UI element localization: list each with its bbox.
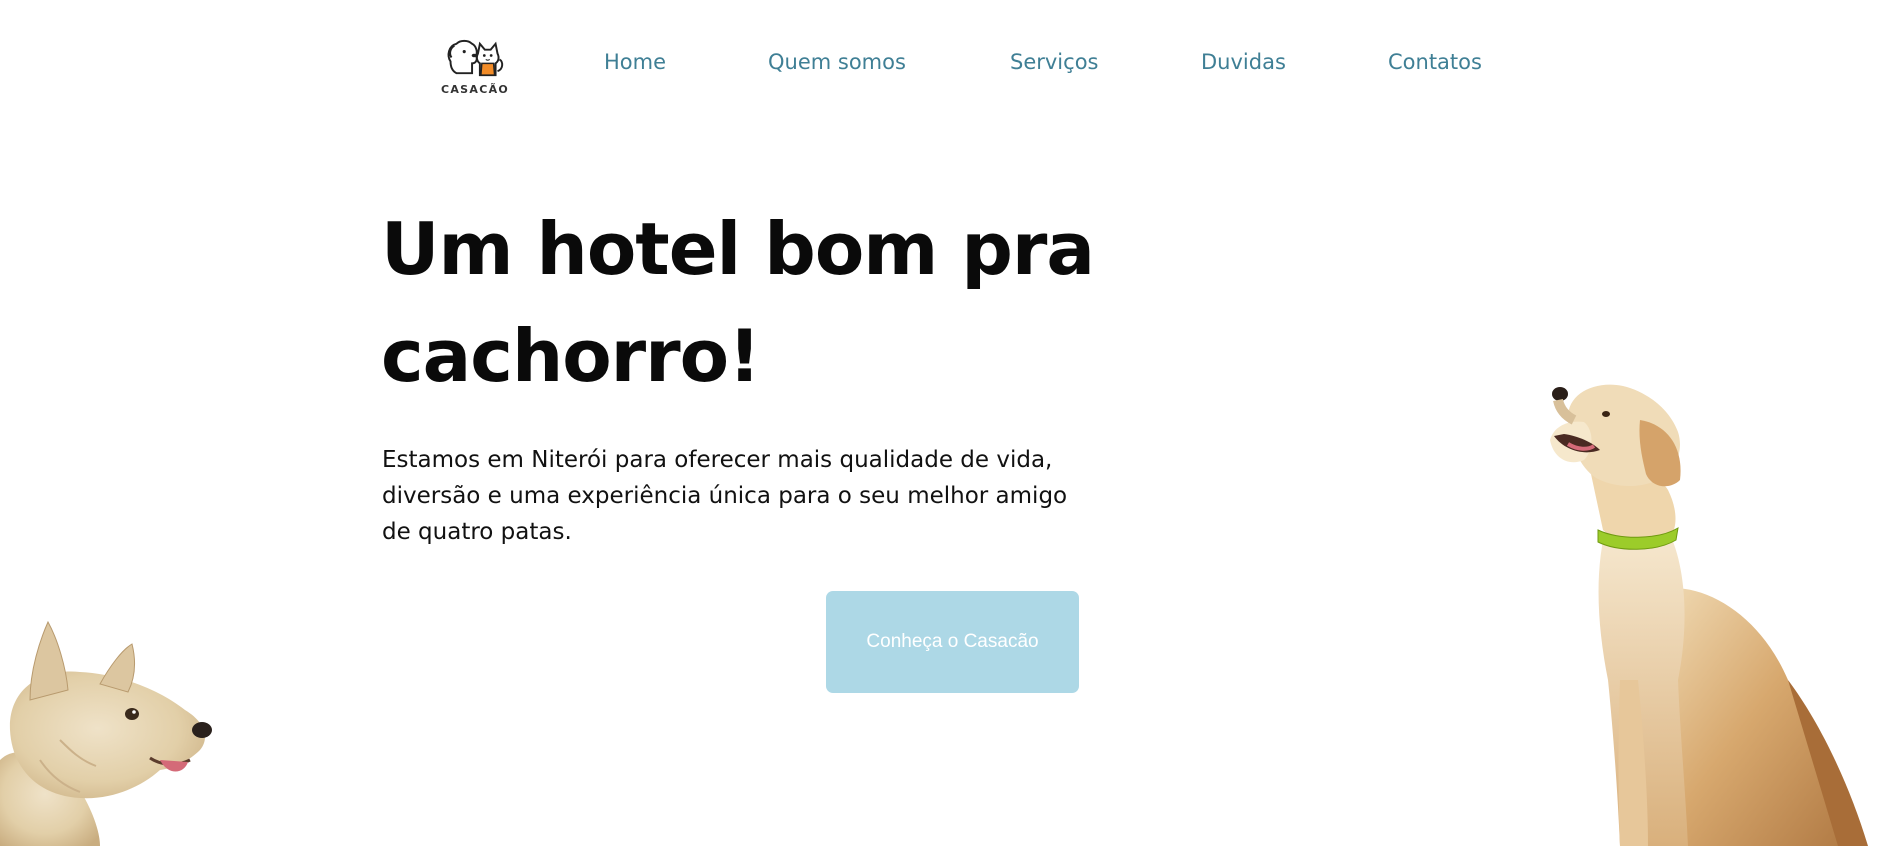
cta-button[interactable]: Conheça o Casacão xyxy=(826,591,1079,693)
hero-description: Estamos em Niterói para oferecer mais qu… xyxy=(382,447,1068,545)
nav-link-duvidas[interactable]: Duvidas xyxy=(1201,50,1286,74)
nav-link-quem-somos[interactable]: Quem somos xyxy=(768,50,906,74)
hero-title: Um hotel bom pra cachorro! xyxy=(381,207,1095,398)
dog-and-cat-icon xyxy=(447,39,504,77)
golden-retriever-photo xyxy=(1550,384,1868,846)
nav-link-servicos[interactable]: Serviços xyxy=(1010,50,1098,74)
nav-link-contatos[interactable]: Contatos xyxy=(1388,50,1482,74)
logo-text: CASACÃO xyxy=(440,83,510,96)
nav-link-home[interactable]: Home xyxy=(604,50,666,74)
terrier-dog-photo xyxy=(0,620,212,846)
logo[interactable]: CASACÃO xyxy=(440,34,510,96)
